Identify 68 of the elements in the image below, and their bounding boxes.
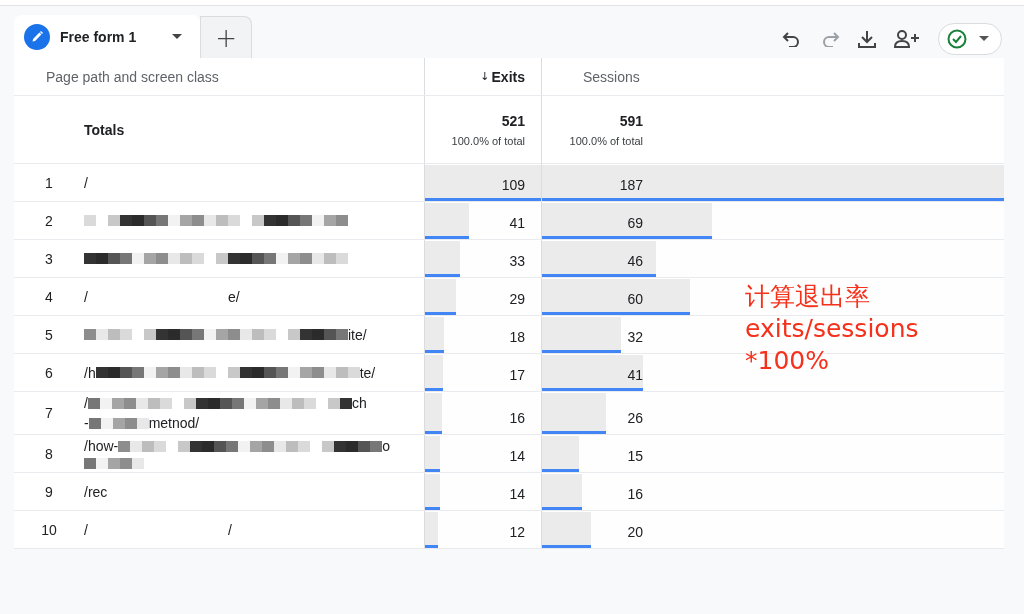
table-cell: 60 xyxy=(627,291,643,307)
annotation-line: 计算退出率 xyxy=(745,281,871,313)
table-cell: 46 xyxy=(627,253,643,269)
row-number: 5 xyxy=(44,326,54,343)
table-cell: 109 xyxy=(501,177,525,193)
add-person-icon[interactable] xyxy=(894,29,920,48)
tab[interactable]: Free form 1 xyxy=(14,15,201,58)
row-number: 4 xyxy=(44,288,54,305)
row-number: 1 xyxy=(44,174,54,191)
row-number: 9 xyxy=(44,483,54,500)
table-cell: 29 xyxy=(509,291,525,307)
pencil-icon xyxy=(24,23,50,50)
table-cell: 16 xyxy=(509,410,525,426)
column-header[interactable]: ↓Exits xyxy=(425,58,542,95)
page-path-text: ch xyxy=(351,395,367,411)
share-text: 100.0% of total xyxy=(451,134,525,147)
page-path-text: te/ xyxy=(359,364,376,381)
row-number: 10 xyxy=(40,521,58,538)
table-cell: 521 xyxy=(501,112,525,129)
page-path-text: / xyxy=(84,288,88,305)
totals-label: Totals xyxy=(83,121,125,138)
column-header[interactable]: Sessions xyxy=(542,58,1004,95)
download-icon[interactable] xyxy=(858,29,876,48)
table-cell: 41 xyxy=(509,215,525,231)
page-path-text: / xyxy=(84,521,88,538)
annotation-line: *100% xyxy=(745,345,830,377)
table-cell: 16 xyxy=(627,486,643,502)
table-cell: 15 xyxy=(627,448,643,464)
column-header[interactable]: Page path and screen class xyxy=(14,58,425,95)
caret-icon xyxy=(172,33,183,40)
undo-icon[interactable] xyxy=(782,30,802,47)
page-path-text: o xyxy=(382,438,391,454)
check-circle-icon xyxy=(947,28,967,49)
row-number: 3 xyxy=(44,250,54,267)
page-path-text: metnod/ xyxy=(148,415,200,431)
table-cell: 17 xyxy=(509,367,525,383)
status-dropdown[interactable] xyxy=(938,22,1002,55)
page-path-text: / xyxy=(227,521,232,538)
redaction-mosaic xyxy=(84,458,144,469)
page-path-text: - xyxy=(84,415,89,431)
row-number: 8 xyxy=(44,445,54,462)
table-cell: 187 xyxy=(619,177,643,193)
annotation-line: exits/sessions xyxy=(745,313,919,345)
caret-icon xyxy=(979,35,989,42)
table-cell: 32 xyxy=(627,329,643,345)
table-cell: 14 xyxy=(509,486,525,502)
table-cell: 12 xyxy=(509,524,525,540)
table-cell: 591 xyxy=(619,112,643,129)
table-cell: 41 xyxy=(627,367,643,383)
page-path-text: / xyxy=(84,395,88,411)
table-cell: 14 xyxy=(509,448,525,464)
page-path-text: e/ xyxy=(227,288,240,305)
page-path-text: /how- xyxy=(84,438,119,454)
row-number: 7 xyxy=(44,405,54,421)
page-path-text: /h xyxy=(84,364,96,381)
add-tab-button[interactable]: + xyxy=(200,16,253,58)
table-cell: 26 xyxy=(627,410,643,426)
page-path-text: / xyxy=(84,174,88,191)
table-cell: 20 xyxy=(627,524,643,540)
page-path-text: ite/ xyxy=(348,326,367,343)
row-number: 6 xyxy=(44,364,54,381)
redaction-mosaic xyxy=(88,417,149,429)
table-cell: 69 xyxy=(627,215,643,231)
table-cell: 18 xyxy=(509,329,525,345)
row-number: 2 xyxy=(44,212,54,229)
table-cell: 33 xyxy=(509,253,525,269)
share-text: 100.0% of total xyxy=(569,134,643,147)
page-path-text: /rec xyxy=(84,483,108,500)
